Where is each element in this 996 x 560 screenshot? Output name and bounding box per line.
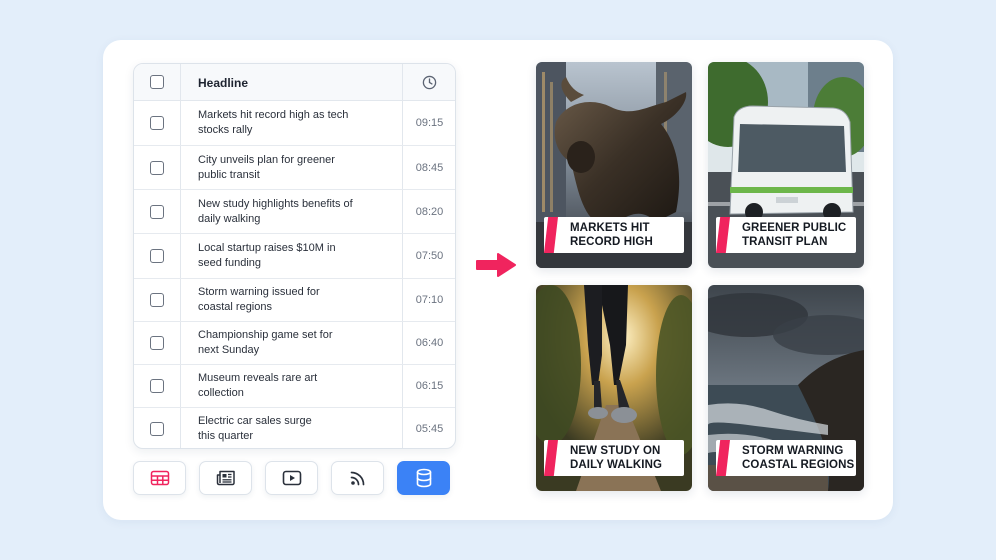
- row-headline: Local startup raises $10M in seed funding: [198, 242, 336, 269]
- row-checkbox[interactable]: [150, 204, 164, 219]
- row-headline: Storm warning issued for coastal regions: [198, 286, 320, 313]
- tile-caption: STORM WARNING COASTAL REGIONS: [716, 440, 856, 476]
- rss-feed-icon: [350, 471, 364, 486]
- right-arrow-icon: [476, 253, 516, 277]
- caption-accent: [716, 440, 730, 476]
- table-view-button[interactable]: [133, 461, 186, 495]
- row-time: 08:45: [415, 161, 444, 174]
- newspaper-view-button[interactable]: [199, 461, 252, 495]
- table-row[interactable]: Championship game set for next Sunday 06:…: [134, 322, 455, 365]
- table-row[interactable]: Local startup raises $10M in seed funding…: [134, 234, 455, 279]
- row-headline: New study highlights benefits of daily wa…: [198, 197, 353, 225]
- tile-caption: GREENER PUBLIC TRANSIT PLAN: [716, 217, 856, 253]
- news-tile-markets[interactable]: MARKETS HIT RECORD HIGH: [536, 62, 692, 268]
- database-button[interactable]: [397, 461, 450, 495]
- database-icon: [416, 468, 431, 488]
- row-time: 06:40: [415, 337, 444, 349]
- caption-line: DAILY WALKING: [570, 459, 663, 471]
- news-tile-transit[interactable]: GREENER PUBLIC TRANSIT PLAN: [708, 62, 864, 268]
- caption-line: NEW STUDY ON: [570, 445, 661, 457]
- table-row[interactable]: Markets hit record high as tech stocks ra…: [134, 101, 455, 146]
- clock-icon: [422, 75, 437, 90]
- tile-caption: NEW STUDY ON DAILY WALKING: [544, 440, 684, 476]
- newspaper-icon: [216, 470, 235, 486]
- headline-table: Headline Markets hit record high as tech…: [133, 63, 456, 449]
- table-row[interactable]: New study highlights benefits of daily wa…: [134, 190, 455, 234]
- headline-column-header: Headline: [198, 76, 249, 90]
- table-row[interactable]: City unveils plan for greener public tran…: [134, 146, 455, 190]
- row-time: 06:15: [415, 380, 444, 392]
- row-headline: City unveils plan for greener public tran…: [198, 153, 335, 181]
- table-icon: [150, 470, 169, 486]
- row-checkbox[interactable]: [150, 249, 164, 263]
- table-header: Headline: [134, 64, 455, 101]
- row-headline: Electric car sales surge this quarter: [198, 415, 312, 442]
- tile-caption: MARKETS HIT RECORD HIGH: [544, 217, 684, 253]
- caption-accent: [544, 217, 558, 253]
- row-headline: Markets hit record high as tech stocks ra…: [198, 109, 349, 136]
- caption-line: COASTAL REGIONS: [742, 459, 855, 471]
- row-headline: Championship game set for next Sunday: [198, 329, 333, 356]
- row-time: 07:10: [415, 294, 444, 306]
- table-row[interactable]: Storm warning issued for coastal regions …: [134, 279, 455, 322]
- caption-line: TRANSIT PLAN: [742, 236, 828, 248]
- row-checkbox[interactable]: [150, 422, 164, 436]
- row-time: 07:50: [415, 250, 444, 262]
- table-row[interactable]: Museum reveals rare art collection 06:15: [134, 365, 455, 408]
- row-checkbox[interactable]: [150, 379, 164, 393]
- row-time: 08:20: [415, 205, 444, 218]
- row-time: 09:15: [415, 117, 444, 129]
- row-checkbox[interactable]: [150, 336, 164, 350]
- video-view-button[interactable]: [265, 461, 318, 495]
- row-checkbox[interactable]: [150, 116, 164, 130]
- caption-line: MARKETS HIT: [570, 222, 650, 234]
- row-checkbox[interactable]: [150, 160, 164, 175]
- table-row[interactable]: Electric car sales surge this quarter 05:…: [134, 408, 455, 448]
- row-time: 05:45: [415, 423, 444, 435]
- caption-accent: [544, 440, 558, 476]
- video-play-icon: [282, 470, 301, 486]
- row-headline: Museum reveals rare art collection: [198, 372, 318, 399]
- rss-feed-button[interactable]: [331, 461, 384, 495]
- news-tile-storm[interactable]: STORM WARNING COASTAL REGIONS: [708, 285, 864, 491]
- caption-accent: [716, 217, 730, 253]
- caption-line: GREENER PUBLIC: [742, 222, 847, 234]
- row-checkbox[interactable]: [150, 293, 164, 307]
- select-all-checkbox[interactable]: [150, 75, 164, 89]
- news-tile-walking[interactable]: NEW STUDY ON DAILY WALKING: [536, 285, 692, 491]
- caption-line: STORM WARNING: [742, 445, 844, 457]
- caption-line: RECORD HIGH: [570, 236, 653, 248]
